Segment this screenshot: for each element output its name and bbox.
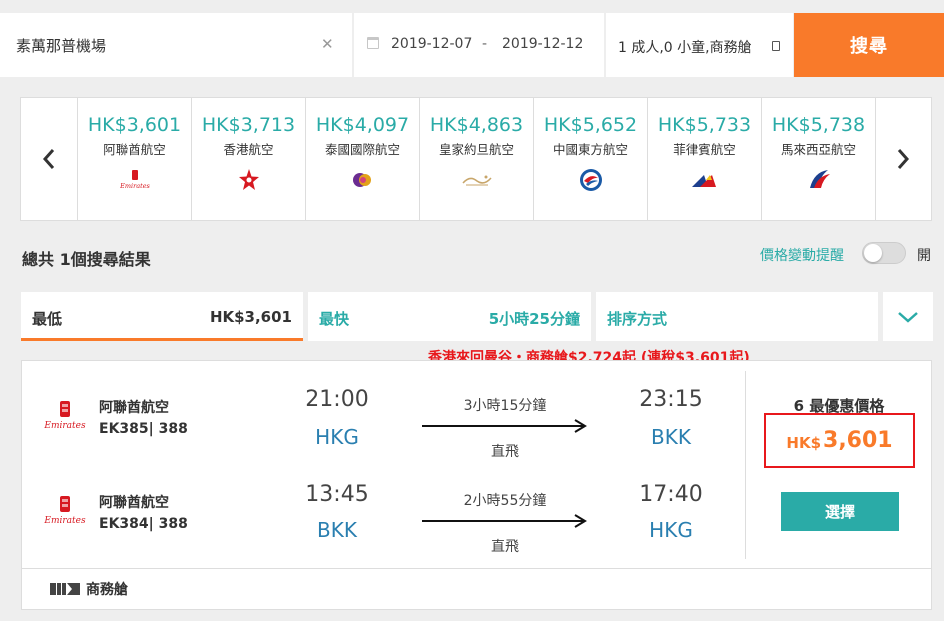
philippine-airlines-logo (648, 166, 761, 194)
destination-value: 素萬那普機場 (16, 37, 107, 55)
price-alert-link[interactable]: 價格變動提醒 (760, 245, 844, 265)
dropdown-icon (772, 41, 780, 51)
carousel-next-button[interactable] (875, 98, 931, 220)
departure-airport: HKG (315, 425, 359, 449)
carousel-item-philippine-airlines[interactable]: HK$5,733 菲律賓航空 (647, 98, 761, 220)
emirates-logo: Emirates (44, 496, 86, 526)
carousel-price: HK$4,097 (315, 114, 410, 136)
toggle-knob (864, 244, 882, 262)
chevron-left-icon (42, 149, 55, 169)
sort-tab-cheapest[interactable]: 最低 HK$3,601 (21, 292, 303, 341)
arrow-right-icon (422, 514, 587, 528)
clear-icon[interactable]: ✕ (321, 35, 334, 53)
carousel-airline: 阿聯酋航空 (103, 142, 166, 157)
carousel-price: HK$4,863 (429, 114, 524, 136)
sort-tab-value: HK$3,601 (209, 308, 292, 326)
price-amount: 3,601 (823, 428, 893, 453)
price-alert-toggle[interactable] (862, 242, 906, 264)
carousel-item-thai-airways[interactable]: HK$4,097 泰國國際航空 (305, 98, 419, 220)
chevron-down-icon (898, 311, 918, 323)
carousel-airline: 皇家約旦航空 (438, 142, 514, 157)
search-button[interactable]: 搜尋 (794, 13, 944, 77)
royal-jordanian-logo (420, 166, 533, 194)
carousel-price: HK$5,738 (771, 114, 866, 136)
arrival-time: 23:15 (639, 387, 703, 412)
carousel-item-china-eastern[interactable]: HK$5,652 中國東方航空 (533, 98, 647, 220)
hong-kong-airlines-logo (192, 166, 305, 194)
sort-tab-fastest[interactable]: 最快 5小時25分鐘 (308, 292, 591, 341)
arrow-right-icon (422, 419, 587, 433)
date-separator: - (482, 36, 488, 52)
departure-time: 21:00 (305, 387, 369, 412)
card-divider (22, 568, 931, 569)
sort-tab-value: 5小時25分鐘 (488, 310, 580, 328)
thai-airways-logo (306, 166, 419, 194)
stops-info: 直飛 (491, 444, 519, 460)
results-count: 總共 1個搜尋結果 (22, 250, 151, 269)
carousel-airline: 馬來西亞航空 (780, 142, 856, 157)
carousel-item-malaysia-airlines[interactable]: HK$5,738 馬來西亞航空 (761, 98, 875, 220)
flight-result-card: Emirates 阿聯酋航空 EK385| 388 21:00 HKG 3小時1… (21, 360, 932, 610)
carousel-airline: 菲律賓航空 (673, 142, 736, 157)
carousel-price: HK$3,601 (87, 114, 182, 136)
carousel-airline: 泰國國際航空 (324, 142, 400, 157)
sort-tab-label: 最低 (32, 310, 63, 328)
flight-duration: 2小時55分鐘 (463, 493, 547, 509)
airline-name: 阿聯酋航空 (99, 495, 169, 511)
arrival-time: 17:40 (639, 482, 703, 507)
search-bar: 素萬那普機場 ✕ 2019-12-07 - 2019-12-12 1 成人,0 … (0, 13, 944, 77)
return-leg: Emirates 阿聯酋航空 EK384| 388 13:45 BKK 2小時5… (22, 478, 742, 568)
carousel-price: HK$5,733 (657, 114, 752, 136)
carousel-airline: 香港航空 (223, 142, 274, 157)
return-date: 2019-12-12 (502, 36, 584, 52)
select-button[interactable]: 選擇 (781, 492, 899, 531)
airline-price-carousel: HK$3,601 阿聯酋航空 Emirates HK$3,713 香港航空 HK… (20, 97, 932, 221)
departure-date: 2019-12-07 (391, 36, 473, 52)
sort-dropdown-toggle[interactable] (883, 292, 933, 341)
passenger-selector[interactable]: 1 成人,0 小童,商務艙 (606, 13, 793, 77)
emirates-logo: Emirates (78, 166, 191, 194)
calendar-icon (367, 37, 379, 49)
outbound-leg: Emirates 阿聯酋航空 EK385| 388 21:00 HKG 3小時1… (22, 383, 742, 473)
carousel-item-emirates[interactable]: HK$3,601 阿聯酋航空 Emirates (77, 98, 191, 220)
flight-duration: 3小時15分鐘 (463, 398, 547, 414)
flight-number: EK385| 388 (99, 421, 188, 437)
toggle-label: 開 (917, 248, 931, 264)
price-highlight-box: HK$ 3,601 (764, 413, 915, 468)
stops-info: 直飛 (491, 539, 519, 555)
airline-name: 阿聯酋航空 (99, 400, 169, 416)
svg-text:Emirates: Emirates (44, 421, 86, 431)
date-range-field[interactable]: 2019-12-07 - 2019-12-12 (354, 13, 604, 77)
departure-airport: BKK (317, 518, 357, 542)
cabin-label: 商務艙 (86, 582, 128, 598)
chevron-right-icon (897, 149, 910, 169)
carousel-price: HK$3,713 (201, 114, 296, 136)
seat-icon (50, 583, 80, 595)
passenger-summary: 1 成人,0 小童,商務艙 (618, 40, 752, 56)
carousel-price: HK$5,652 (543, 114, 638, 136)
carousel-item-hong-kong-airlines[interactable]: HK$3,713 香港航空 (191, 98, 305, 220)
carousel-airline: 中國東方航空 (552, 142, 628, 157)
emirates-logo: Emirates (44, 401, 86, 431)
departure-time: 13:45 (305, 482, 369, 507)
flight-number: EK384| 388 (99, 516, 188, 532)
price-currency: HK$ (786, 433, 822, 452)
cabin-class: 商務艙 (50, 579, 128, 599)
svg-text:Emirates: Emirates (119, 182, 150, 190)
sort-tab-label: 排序方式 (607, 310, 668, 328)
carousel-item-royal-jordanian[interactable]: HK$4,863 皇家約旦航空 (419, 98, 533, 220)
sort-by-dropdown[interactable]: 排序方式 (596, 292, 878, 341)
malaysia-airlines-logo (762, 166, 875, 194)
arrival-airport: BKK (651, 425, 691, 449)
arrival-airport: HKG (649, 518, 693, 542)
china-eastern-logo (534, 166, 647, 194)
destination-field[interactable]: 素萬那普機場 ✕ (0, 13, 352, 77)
sort-tab-label: 最快 (319, 310, 350, 328)
carousel-prev-button[interactable] (21, 98, 77, 220)
svg-text:Emirates: Emirates (44, 516, 86, 526)
